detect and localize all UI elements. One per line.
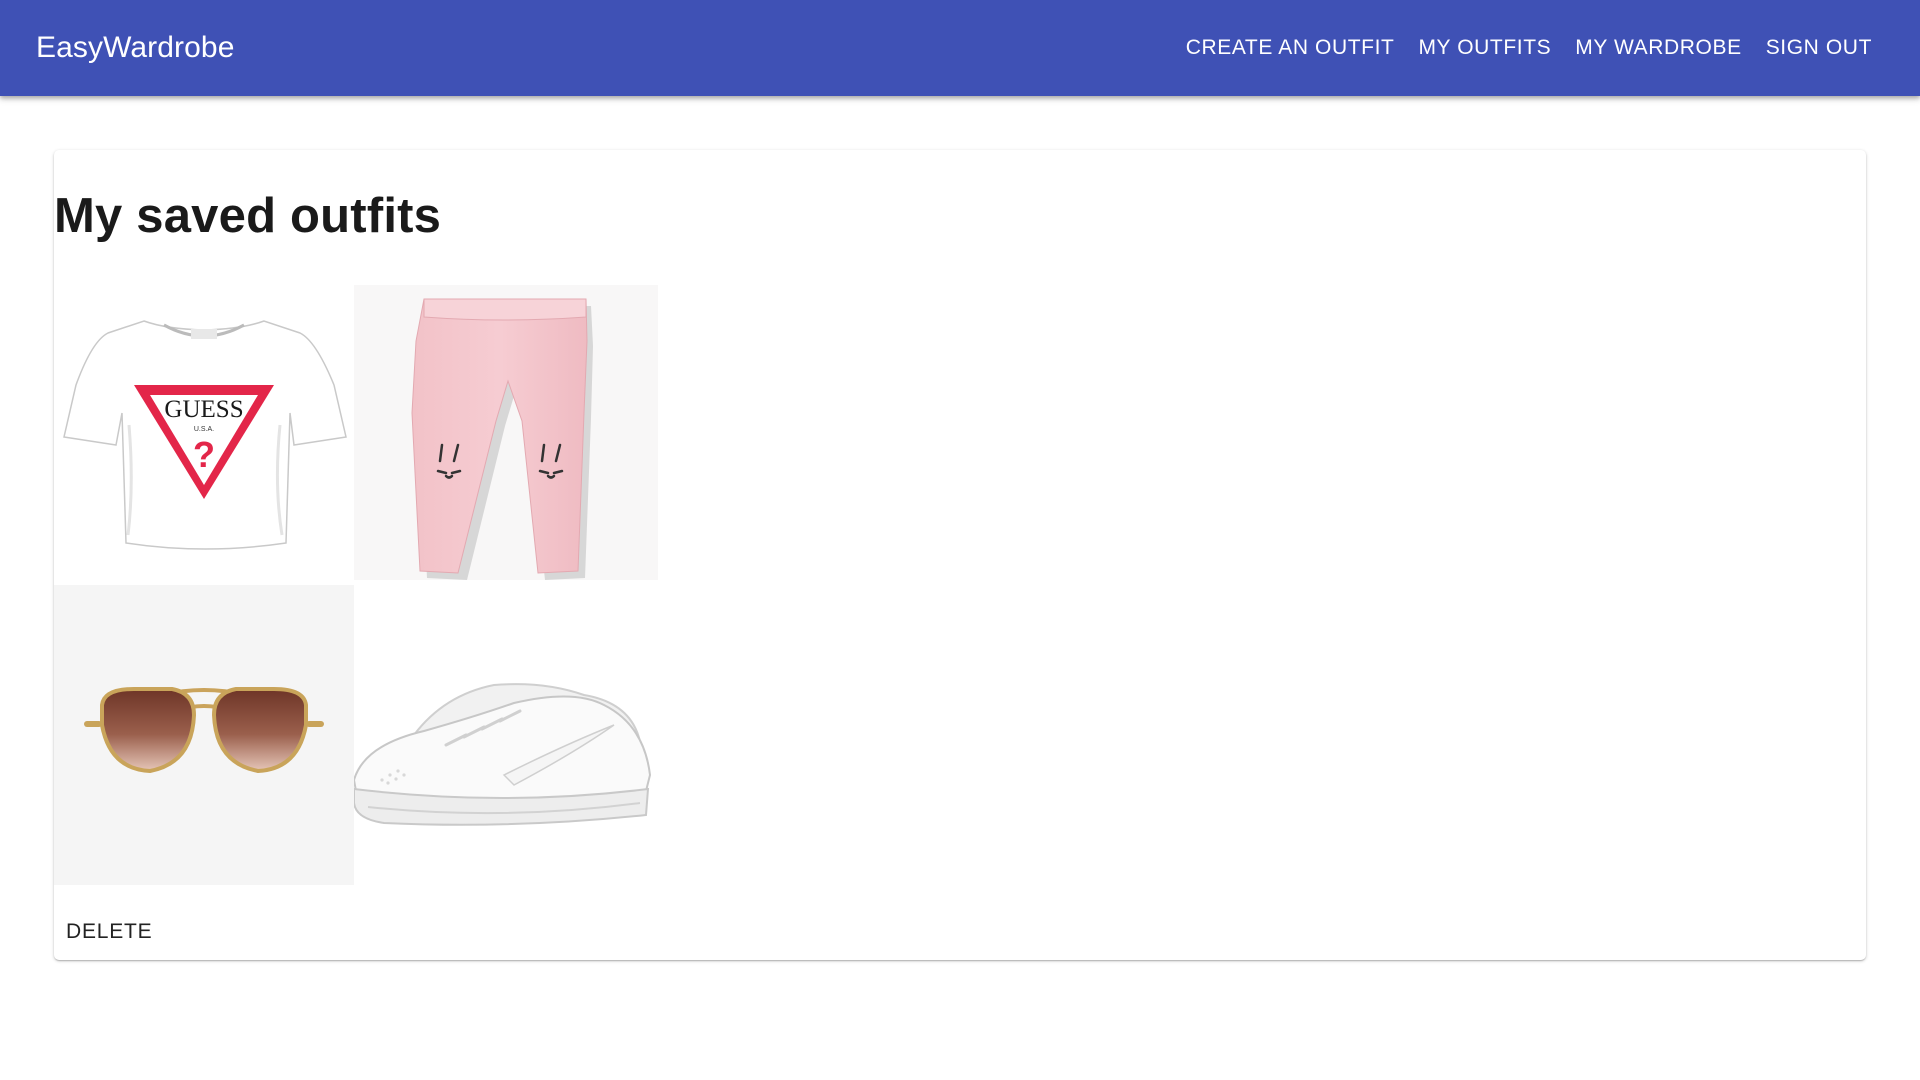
pink-leggings-image xyxy=(354,285,658,580)
saved-outfit-card: My saved outfits GUESS U.S.A. ? DELETE xyxy=(54,150,1866,960)
tshirt-logo-subtext: U.S.A. xyxy=(194,426,214,433)
brand-title[interactable]: EasyWardrobe xyxy=(36,31,235,65)
tshirt-image: GUESS U.S.A. ? xyxy=(54,285,354,585)
page-title: My saved outfits xyxy=(54,189,442,243)
question-mark-glyph: ? xyxy=(193,434,215,475)
app-bar: EasyWardrobe CREATE AN OUTFIT MY OUTFITS… xyxy=(0,0,1920,96)
delete-outfit-button[interactable]: DELETE xyxy=(66,920,153,944)
sunglasses-image xyxy=(54,585,354,885)
nav-sign-out-button[interactable]: SIGN OUT xyxy=(1754,26,1884,70)
nav-my-outfits-button[interactable]: MY OUTFITS xyxy=(1406,26,1563,70)
top-nav: CREATE AN OUTFIT MY OUTFITS MY WARDROBE … xyxy=(1174,26,1884,70)
nav-my-wardrobe-button[interactable]: MY WARDROBE xyxy=(1563,26,1753,70)
white-sneakers-image xyxy=(354,585,654,885)
nav-create-outfit-button[interactable]: CREATE AN OUTFIT xyxy=(1174,26,1407,70)
outfit-image-grid: GUESS U.S.A. ? xyxy=(54,285,658,885)
tshirt-logo-text: GUESS xyxy=(164,396,243,423)
